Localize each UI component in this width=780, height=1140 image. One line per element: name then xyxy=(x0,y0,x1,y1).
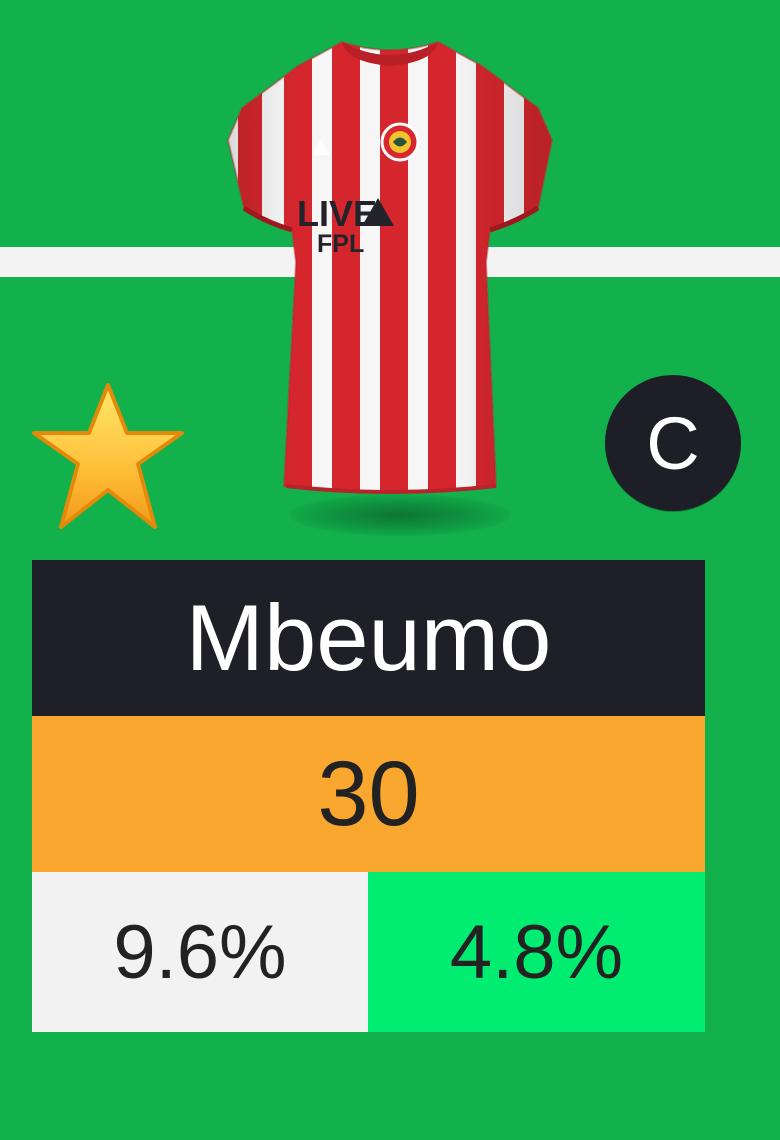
captain-badge: C xyxy=(605,375,741,511)
player-points: 30 xyxy=(317,743,420,845)
player-stats-card: Mbeumo 30 9.6% 4.8% xyxy=(32,560,705,1032)
player-name: Mbeumo xyxy=(185,585,552,690)
points-box: 30 xyxy=(32,716,705,872)
player-name-box: Mbeumo xyxy=(32,560,705,716)
shirt-stripes xyxy=(228,42,552,492)
shirt-container: LIVE FPL xyxy=(220,32,560,536)
captain-label: C xyxy=(646,401,700,485)
star-icon xyxy=(32,383,184,529)
club-crest-icon xyxy=(380,122,420,162)
player-card-screen: LIVE FPL C Mbeumo 30 9.6% 4.8% xyxy=(0,0,780,1140)
shirt-sponsor-line1: LIVE xyxy=(297,193,377,234)
football-shirt-icon: LIVE FPL xyxy=(226,40,554,494)
stat-right-box: 4.8% xyxy=(368,872,705,1032)
shirt-sponsor-line2: FPL xyxy=(317,230,364,258)
stat-right-value: 4.8% xyxy=(449,909,624,995)
stat-left-box: 9.6% xyxy=(32,872,368,1032)
stats-row: 9.6% 4.8% xyxy=(32,872,705,1032)
stat-left-value: 9.6% xyxy=(113,909,287,995)
